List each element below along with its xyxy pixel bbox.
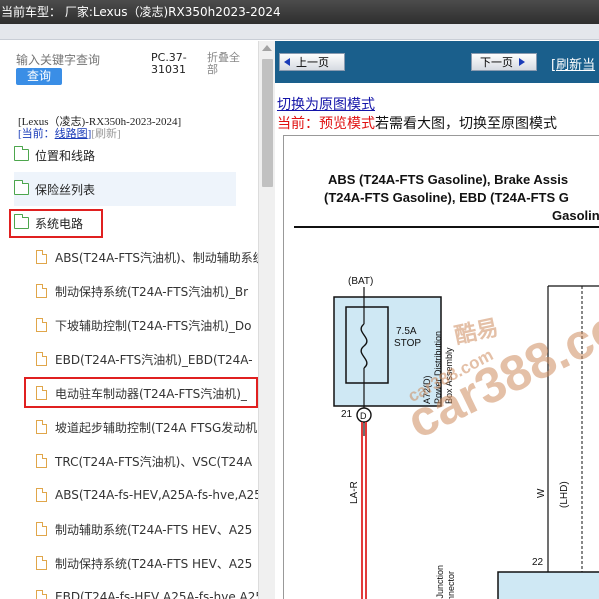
doc-label: 坡道起步辅助控制(T24A FTSG发动机 (55, 420, 258, 435)
folder-icon (13, 180, 29, 195)
tree-folder-location[interactable]: 位置和线路 (13, 138, 96, 172)
doc-item[interactable]: EBD(T24A-FTS汽油机)_EBD(T24A- (36, 342, 258, 376)
search-box (16, 53, 144, 67)
doc-label: 制动保持系统(T24A-FTS HEV、A25 (55, 556, 253, 571)
left-panel: 查询 PC.37-31031 折叠全部 [Lexus（凌志)-RX350h-20… (0, 41, 258, 599)
search-input[interactable] (16, 53, 144, 67)
junction-connector-box (497, 571, 599, 599)
refresh-current-link[interactable]: [刷新当 (551, 54, 595, 73)
bottom-junction-2: onnector (446, 571, 456, 599)
doc-item[interactable]: ABS(T24A-fs-HEV,A25A-fs-hve,A25 (36, 478, 258, 512)
doc-label: TRC(T24A-FTS汽油机)、VSC(T24A (55, 454, 253, 469)
collapse-all-button[interactable]: 折叠全部 (207, 52, 247, 76)
document-icon (36, 555, 48, 570)
pin-number: 21 (341, 409, 353, 420)
document-icon (36, 283, 48, 298)
wire-label-w: W (536, 488, 547, 498)
right-panel: 上一页 下一页 [刷新当 切换为原图模式 当前：预览模式若需看大图，切换至原图模… (275, 41, 599, 599)
bat-label: (BAT) (348, 276, 373, 287)
nav-bar: 上一页 下一页 [刷新当 (275, 41, 599, 83)
document-icon (36, 521, 48, 536)
pc-code: PC.37-31031 (151, 51, 187, 76)
doc-label: EBD(T24A-FTS汽油机)_EBD(T24A- (55, 352, 253, 367)
refresh-link[interactable]: [刷新] (91, 128, 120, 140)
pin-22: 22 (532, 557, 544, 568)
tree-folder-fuse[interactable]: 保险丝列表 (13, 172, 236, 206)
doc-item[interactable]: TRC(T24A-FTS汽油机)、VSC(T24A (36, 444, 258, 478)
doc-item[interactable]: EBD(T24A-fs-HEV,A25A-fs-hve,A25 (36, 580, 258, 599)
document-icon (36, 487, 48, 502)
doc-label: 制动保持系统(T24A-FTS汽油机)_Br (55, 284, 249, 299)
wiring-diagram: ABS (T24A-FTS Gasoline), Brake Assis (T2… (283, 135, 599, 599)
doc-label: ABS(T24A-FTS汽油机)、制动辅助系统 (55, 250, 258, 265)
tree-folder-label: 位置和线路 (35, 148, 96, 163)
doc-item[interactable]: 制动保持系统(T24A-FTS汽油机)_Br (36, 274, 258, 308)
tree-folder-label: 保险丝列表 (35, 182, 96, 197)
document-icon (36, 453, 48, 468)
wire-label-la-r: LA-R (349, 481, 360, 504)
fuse-rating: 7.5A (396, 326, 417, 337)
lhd-label: (LHD) (559, 481, 570, 508)
window-title: 当前车型： 厂家:Lexus（凌志)RX350h2023-2024 (0, 0, 599, 24)
document-icon (36, 419, 48, 434)
fuse-name: STOP (394, 338, 421, 349)
arrow-left-icon (284, 58, 290, 66)
highlight-box (24, 377, 258, 408)
mode-current: 当前：预览模式 (277, 117, 375, 132)
doc-label: ABS(T24A-fs-HEV,A25A-fs-hve,A25 (55, 488, 258, 502)
doc-label: 下坡辅助控制(T24A-FTS汽油机)_Do (55, 318, 252, 333)
scroll-up-arrow-icon[interactable] (262, 45, 272, 51)
doc-label: EBD(T24A-fs-HEV,A25A-fs-hve,A25 (55, 590, 258, 599)
doc-item[interactable]: 制动保持系统(T24A-FTS HEV、A25 (36, 546, 258, 580)
scroll-thumb[interactable] (262, 59, 273, 187)
switch-original-link[interactable]: 切换为原图模式 (277, 94, 375, 114)
doc-label: 制动辅助系统(T24A-FTS HEV、A25 (55, 522, 253, 537)
arrow-right-icon (519, 58, 525, 66)
mode-hint: 若需看大图，切换至原图模式 (375, 117, 557, 132)
next-page-label: 下一页 (480, 56, 513, 69)
bottom-junction-1: 8 Junction (435, 565, 445, 599)
document-icon (36, 589, 48, 599)
doc-item[interactable]: ABS(T24A-FTS汽油机)、制动辅助系统 (36, 240, 258, 274)
doc-item[interactable]: 坡道起步辅助控制(T24A FTSG发动机 (36, 410, 258, 444)
left-scrollbar[interactable] (258, 41, 275, 599)
search-button[interactable]: 查询 (16, 68, 62, 85)
prev-page-button[interactable]: 上一页 (279, 53, 345, 71)
document-icon (36, 351, 48, 366)
document-icon (36, 317, 48, 332)
folder-icon (13, 146, 29, 161)
doc-item[interactable]: 下坡辅助控制(T24A-FTS汽油机)_Do (36, 308, 258, 342)
pin-letter: D (360, 411, 367, 421)
prev-page-label: 上一页 (296, 56, 329, 69)
highlight-box (9, 209, 103, 238)
mode-status: 当前：预览模式若需看大图，切换至原图模式 (277, 113, 557, 133)
document-icon (36, 249, 48, 264)
title-spacer (0, 24, 599, 40)
next-page-button[interactable]: 下一页 (471, 53, 537, 71)
doc-item[interactable]: 制动辅助系统(T24A-FTS HEV、A25 (36, 512, 258, 546)
